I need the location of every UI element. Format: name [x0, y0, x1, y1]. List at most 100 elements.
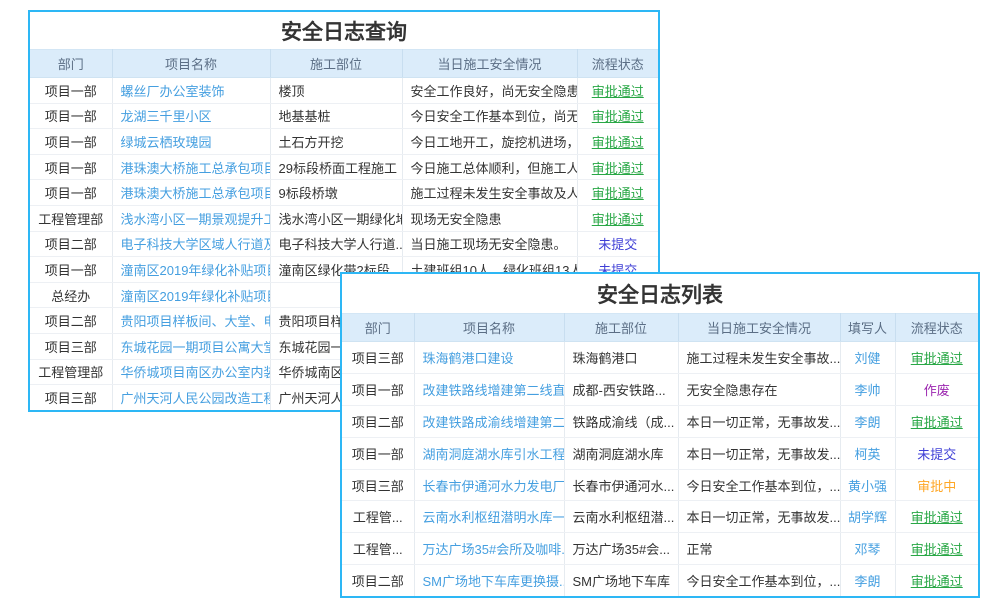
project-name-link[interactable]: 华侨城项目南区办公室内装修: [112, 359, 270, 385]
project-name-link[interactable]: 云南水利枢纽潜明水库一...: [414, 501, 564, 533]
project-name-link[interactable]: 潼南区2019年绿化补贴项目-: [112, 257, 270, 283]
safety-note-cell: 今日安全工作基本到位，...: [678, 565, 840, 596]
query-column-header-dept: 部门: [30, 50, 112, 78]
writer-link[interactable]: 李朗: [840, 405, 895, 437]
dept-cell: 项目一部: [30, 154, 112, 180]
writer-link[interactable]: 李朗: [840, 565, 895, 596]
site-cell: 珠海鹤港口: [564, 342, 678, 374]
dept-cell: 工程管...: [342, 533, 414, 565]
dept-cell: 工程管理部: [30, 205, 112, 231]
dept-cell: 项目一部: [30, 257, 112, 283]
flow-status[interactable]: 审批通过: [895, 565, 978, 596]
flow-status[interactable]: 未提交: [895, 437, 978, 469]
dept-cell: 项目三部: [342, 342, 414, 374]
project-name-link[interactable]: 龙湖三千里小区: [112, 103, 270, 129]
dept-cell: 项目一部: [30, 103, 112, 129]
table-row: 项目三部 珠海鹤港口建设 珠海鹤港口 施工过程未发生安全事故... 刘健 审批通…: [342, 342, 978, 374]
project-name-link[interactable]: 万达广场35#会所及咖啡...: [414, 533, 564, 565]
table-row: 项目三部 长春市伊通河水力发电厂... 长春市伊通河水... 今日安全工作基本到…: [342, 469, 978, 501]
dept-cell: 项目三部: [30, 333, 112, 359]
list-table-body: 项目三部 珠海鹤港口建设 珠海鹤港口 施工过程未发生安全事故... 刘健 审批通…: [342, 342, 978, 597]
safety-note-cell: 今日工地开工，旋挖机进场，...: [402, 129, 577, 155]
project-name-link[interactable]: 贵阳项目样板间、大堂、电梯: [112, 308, 270, 334]
table-row: 项目一部 湖南洞庭湖水库引水工程... 湖南洞庭湖水库 本日一切正常，无事故发.…: [342, 437, 978, 469]
safety-note-cell: 今日安全工作基本到位，尚无...: [402, 103, 577, 129]
query-panel-title: 安全日志查询: [30, 12, 658, 49]
flow-status[interactable]: 审批中: [895, 469, 978, 501]
dept-cell: 项目一部: [342, 373, 414, 405]
project-name-link[interactable]: 电子科技大学区域人行道及非: [112, 231, 270, 257]
project-name-link[interactable]: 改建铁路线增建第二线直...: [414, 373, 564, 405]
table-row: 项目一部 改建铁路线增建第二线直... 成都-西安铁路... 无安全隐患存在 李…: [342, 373, 978, 405]
list-header-row: 部门 项目名称 施工部位 当日施工安全情况 填写人 流程状态: [342, 314, 978, 342]
project-name-link[interactable]: 港珠澳大桥施工总承包项目: [112, 154, 270, 180]
flow-status[interactable]: 未提交: [577, 231, 658, 257]
safety-note-cell: 正常: [678, 533, 840, 565]
writer-link[interactable]: 李帅: [840, 373, 895, 405]
writer-link[interactable]: 邓琴: [840, 533, 895, 565]
project-name-link[interactable]: 潼南区2019年绿化补贴项目-: [112, 282, 270, 308]
project-name-link[interactable]: SM广场地下车库更换摄...: [414, 565, 564, 596]
list-panel-title: 安全日志列表: [342, 274, 978, 313]
flow-status[interactable]: 审批通过: [895, 533, 978, 565]
project-name-link[interactable]: 绿城云栖玫瑰园: [112, 129, 270, 155]
list-column-header-site: 施工部位: [564, 314, 678, 342]
site-cell: 楼顶: [270, 78, 402, 104]
list-column-header-safety: 当日施工安全情况: [678, 314, 840, 342]
table-row: 工程管... 云南水利枢纽潜明水库一... 云南水利枢纽潜... 本日一切正常，…: [342, 501, 978, 533]
flow-status[interactable]: 审批通过: [577, 78, 658, 104]
project-name-link[interactable]: 广州天河人民公园改造工程: [112, 385, 270, 410]
dept-cell: 工程管...: [342, 501, 414, 533]
dept-cell: 项目二部: [342, 565, 414, 596]
site-cell: 铁路成渝线（成...: [564, 405, 678, 437]
flow-status[interactable]: 审批通过: [577, 180, 658, 206]
site-cell: 电子科技大学人行道...: [270, 231, 402, 257]
project-name-link[interactable]: 螺丝厂办公室装饰: [112, 78, 270, 104]
site-cell: 万达广场35#会...: [564, 533, 678, 565]
flow-status[interactable]: 审批通过: [895, 501, 978, 533]
flow-status[interactable]: 作废: [895, 373, 978, 405]
safety-log-list-panel: 安全日志列表 部门 项目名称 施工部位 当日施工安全情况 填写人 流程状态 项目…: [340, 272, 980, 598]
flow-status[interactable]: 审批通过: [895, 342, 978, 374]
safety-note-cell: 施工过程未发生安全事故及人...: [402, 180, 577, 206]
list-column-header-project: 项目名称: [414, 314, 564, 342]
dept-cell: 项目三部: [30, 385, 112, 410]
safety-note-cell: 本日一切正常，无事故发...: [678, 405, 840, 437]
query-column-header-site: 施工部位: [270, 50, 402, 78]
project-name-link[interactable]: 改建铁路成渝线增建第二...: [414, 405, 564, 437]
safety-note-cell: 当日施工现场无安全隐患。: [402, 231, 577, 257]
flow-status[interactable]: 审批通过: [895, 405, 978, 437]
dept-cell: 项目一部: [30, 180, 112, 206]
project-name-link[interactable]: 浅水湾小区一期景观提升工程: [112, 205, 270, 231]
project-name-link[interactable]: 珠海鹤港口建设: [414, 342, 564, 374]
safety-log-list-table: 部门 项目名称 施工部位 当日施工安全情况 填写人 流程状态 项目三部 珠海鹤港…: [342, 313, 978, 596]
safety-note-cell: 施工过程未发生安全事故...: [678, 342, 840, 374]
dept-cell: 项目一部: [30, 78, 112, 104]
site-cell: 地基基桩: [270, 103, 402, 129]
writer-link[interactable]: 刘健: [840, 342, 895, 374]
project-name-link[interactable]: 港珠澳大桥施工总承包项目: [112, 180, 270, 206]
flow-status[interactable]: 审批通过: [577, 154, 658, 180]
site-cell: 29标段桥面工程施工: [270, 154, 402, 180]
flow-status[interactable]: 审批通过: [577, 129, 658, 155]
table-row: 项目二部 电子科技大学区域人行道及非 电子科技大学人行道... 当日施工现场无安…: [30, 231, 658, 257]
safety-note-cell: 今日施工总体顺利，但施工人...: [402, 154, 577, 180]
writer-link[interactable]: 柯英: [840, 437, 895, 469]
table-row: 项目二部 改建铁路成渝线增建第二... 铁路成渝线（成... 本日一切正常，无事…: [342, 405, 978, 437]
writer-link[interactable]: 黄小强: [840, 469, 895, 501]
safety-note-cell: 现场无安全隐患: [402, 205, 577, 231]
site-cell: SM广场地下车库: [564, 565, 678, 596]
flow-status[interactable]: 审批通过: [577, 103, 658, 129]
flow-status[interactable]: 审批通过: [577, 205, 658, 231]
project-name-link[interactable]: 长春市伊通河水力发电厂...: [414, 469, 564, 501]
writer-link[interactable]: 胡学辉: [840, 501, 895, 533]
site-cell: 云南水利枢纽潜...: [564, 501, 678, 533]
site-cell: 土石方开挖: [270, 129, 402, 155]
table-row: 项目一部 螺丝厂办公室装饰 楼顶 安全工作良好，尚无安全隐患... 审批通过: [30, 78, 658, 104]
project-name-link[interactable]: 东城花园一期项目公寓大堂装: [112, 333, 270, 359]
site-cell: 成都-西安铁路...: [564, 373, 678, 405]
site-cell: 9标段桥墩: [270, 180, 402, 206]
dept-cell: 工程管理部: [30, 359, 112, 385]
project-name-link[interactable]: 湖南洞庭湖水库引水工程...: [414, 437, 564, 469]
query-column-header-project: 项目名称: [112, 50, 270, 78]
